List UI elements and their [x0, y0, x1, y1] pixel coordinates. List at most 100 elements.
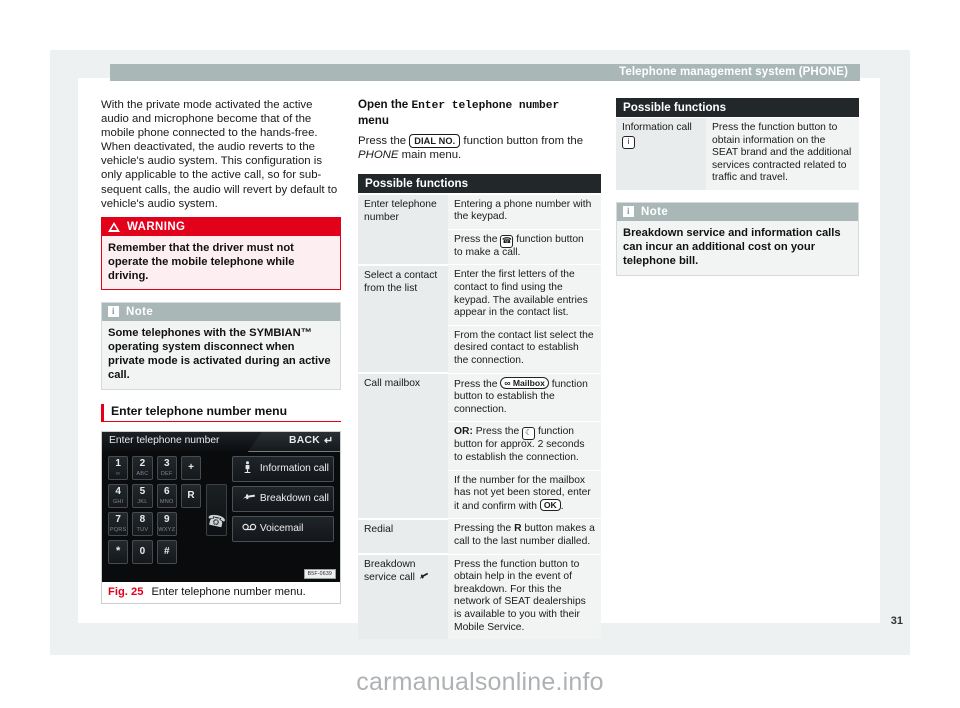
note-box: i Note Some telephones with the SYMBIAN™… [101, 301, 341, 390]
middle-heading-prefix: Open the [358, 98, 412, 111]
information-call-button[interactable]: Information call [231, 455, 334, 482]
phone-handset-icon: ☎ [205, 510, 228, 532]
key-plus[interactable]: + [180, 455, 202, 480]
key-6[interactable]: 6 MNO [156, 483, 177, 508]
key-4[interactable]: 4 GHI [108, 483, 129, 508]
key-3-letters: DEF [160, 470, 173, 477]
table-row: Call mailbox Press the ∞ Mailbox functio… [358, 372, 601, 519]
key-star-number: * [116, 544, 121, 557]
note-text: Some telephones with the SYMBIAN™ operat… [102, 320, 340, 389]
mailbox-button-glyph[interactable]: ∞ Mailbox [500, 376, 549, 389]
info-icon: i [108, 306, 119, 318]
keypad-gap-2 [181, 540, 201, 564]
key-1-letters: ∞ [116, 470, 121, 477]
phone-handset-inline-icon: ☎ [500, 234, 514, 248]
keypad: 1 ∞ 2 ABC 3 DEF + 4 GHI 5 JKL 6 MNO R 7 … [108, 455, 202, 564]
warning-text: Remember that the driver must not operat… [102, 235, 340, 289]
row-detail: Enter the first letters of the contact t… [448, 264, 601, 326]
key-7-letters: PQRS [109, 526, 127, 533]
ok-button-glyph[interactable]: OK [539, 498, 561, 511]
key-hash-number: # [163, 545, 170, 557]
keypad-gap [181, 512, 201, 536]
row-detail: From the contact list select the desired… [448, 324, 601, 374]
info-icon: i [623, 206, 634, 218]
row-detail-make-call: Press the ☎ function button to make a ca… [448, 228, 601, 265]
note-header: i Note [102, 302, 340, 321]
row-label-call-mailbox: Call mailbox [358, 372, 448, 519]
key-star[interactable]: * [108, 539, 129, 564]
voicemail-button[interactable]: Voicemail [231, 515, 334, 542]
row-detail: Press the function button to obtain help… [448, 553, 601, 640]
table-row: Breakdown service call Press the functio… [358, 553, 601, 640]
breakdown-call-button[interactable]: Breakdown call [231, 485, 334, 512]
warning-label: WARNING [127, 220, 186, 233]
watermark: carmanualsonline.info [356, 668, 604, 696]
row-label-breakdown-service-call: Breakdown service call [358, 553, 448, 640]
key-5[interactable]: 5 JKL [132, 483, 153, 508]
information-call-text: Information call [622, 122, 692, 133]
instruction-pre: Press the [358, 135, 410, 147]
key-7-number: 7 [115, 513, 121, 525]
back-button[interactable]: BACK [289, 435, 334, 446]
voicemail-tape-icon [242, 524, 257, 531]
note-text-right: Breakdown service and information calls … [617, 220, 858, 275]
possible-functions-table-right: Possible functions Information call i Pr… [616, 98, 859, 190]
middle-table-wrap: Possible functions Enter telephone numbe… [358, 174, 601, 640]
middle-heading-mono: Enter telephone number [411, 100, 560, 112]
figure-caption: Fig. 25 Enter telephone number menu. [102, 581, 340, 603]
key-2-letters: ABC [136, 470, 149, 477]
warning-triangle-icon [108, 221, 120, 232]
middle-instruction: Press the DIAL NO. function button from … [358, 134, 601, 162]
key-6-number: 6 [163, 485, 170, 497]
table-row: Information call i Press the function bu… [616, 116, 859, 190]
note-box-right: i Note Breakdown service and information… [616, 201, 859, 276]
page-title: Telephone management system (PHONE) [619, 66, 848, 78]
key-3[interactable]: 3 DEF [156, 455, 177, 480]
intro-paragraph: With the private mode activated the acti… [101, 99, 338, 210]
key-hash[interactable]: # [156, 539, 177, 564]
key-0-number: 0 [139, 545, 146, 557]
note-label: Note [126, 305, 154, 318]
back-arrow-icon [324, 436, 334, 445]
dial-no-button-glyph[interactable]: DIAL NO. [409, 134, 461, 148]
key-r-number: R [187, 489, 195, 501]
key-5-number: 5 [139, 485, 146, 497]
key-1[interactable]: 1 ∞ [108, 455, 129, 480]
screen-titlebar: Enter telephone number BACK [102, 431, 340, 452]
note-header-right: i Note [617, 202, 858, 221]
image-code: B5F-0639 [303, 568, 336, 579]
section-heading: Enter telephone number menu [101, 403, 341, 422]
middle-heading-suffix: menu [358, 113, 389, 127]
row-detail-mailbox-store: If the number for the mailbox has not ye… [448, 469, 601, 519]
instruction-post-1: function button from the [460, 135, 584, 147]
key-4-number: 4 [115, 485, 121, 497]
row-detail: Entering a phone number with the keypad. [448, 193, 601, 230]
figure-caption-text: Enter telephone number menu. [151, 585, 306, 598]
key-3-number: 3 [163, 457, 170, 469]
key-r[interactable]: R [180, 483, 202, 508]
page-root: Telephone management system (PHONE) With… [0, 0, 960, 708]
warning-header: WARNING [102, 217, 340, 236]
table-row: Redial Pressing the R button makes a cal… [358, 517, 601, 555]
wrench-inline-icon [416, 570, 433, 586]
key-0[interactable]: 0 [132, 539, 153, 564]
call-button[interactable]: ☎ [205, 483, 228, 536]
key-9[interactable]: 9 WXYZ [156, 511, 177, 536]
possible-functions-table-middle: Possible functions Enter telephone numbe… [358, 174, 601, 640]
row-detail-redial: Pressing the R button makes a call to th… [448, 518, 601, 555]
key-4-letters: GHI [112, 498, 124, 505]
running-header: Telephone management system (PHONE) [110, 64, 860, 81]
key-2[interactable]: 2 ABC [132, 455, 153, 480]
key-5-letters: JKL [137, 498, 148, 505]
instruction-post-2: main menu. [398, 149, 462, 162]
key-1-number: 1 [115, 457, 121, 469]
key-7[interactable]: 7 PQRS [108, 511, 129, 536]
breakdown-call-label: Breakdown call [259, 493, 329, 505]
information-post-icon [244, 461, 251, 474]
row-detail-mailbox-or: OR: Press the ☾ function button for appr… [448, 421, 601, 471]
infotainment-screen: Enter telephone number BACK 1 ∞ [102, 431, 340, 582]
note-label-right: Note [641, 205, 669, 218]
middle-table-caption: Possible functions [358, 174, 601, 194]
key-8[interactable]: 8 TUV [132, 511, 153, 536]
middle-column: Open the Enter telephone number menu Pre… [358, 98, 601, 640]
